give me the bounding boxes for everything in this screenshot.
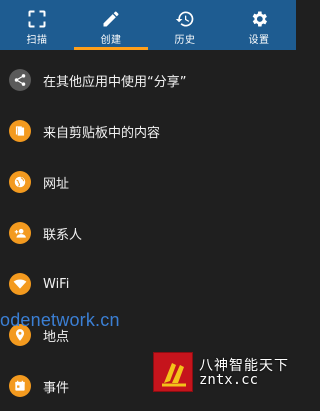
- list-item-url[interactable]: 网址: [0, 157, 296, 207]
- tab-settings-label: 设置: [248, 35, 270, 46]
- list-item-label: 网址: [43, 176, 70, 192]
- list-item-clipboard[interactable]: 来自剪贴板中的内容: [0, 106, 296, 156]
- tab-create-label: 创建: [100, 35, 122, 46]
- list-item-share[interactable]: 在其他应用中使用“分享”: [0, 55, 296, 105]
- list-item-label: 在其他应用中使用“分享”: [43, 74, 187, 90]
- top-tab-bar: 扫描 创建 历史 设置: [0, 0, 296, 50]
- list-item-label: 事件: [43, 380, 70, 396]
- list-item-wifi[interactable]: WiFi: [0, 259, 296, 309]
- list-item-label: WiFi: [43, 276, 70, 292]
- list-item-label: 来自剪贴板中的内容: [43, 125, 161, 141]
- tab-history[interactable]: 历史: [148, 0, 222, 50]
- wifi-icon: [9, 273, 31, 295]
- history-icon: [175, 11, 194, 27]
- list-item-label: 联系人: [43, 227, 83, 243]
- gear-icon: [252, 11, 267, 27]
- scan-icon: [28, 10, 46, 28]
- tab-settings[interactable]: 设置: [222, 0, 296, 50]
- watermark-logo: 八神智能天下 zntx.cc: [153, 352, 296, 392]
- active-tab-indicator: [74, 47, 148, 50]
- clipboard-icon: [9, 120, 31, 142]
- watermark-logo-line2: zntx.cc: [199, 372, 259, 388]
- watermark-site: odenetwork.cn: [0, 310, 120, 330]
- pencil-icon: [103, 11, 119, 27]
- tab-create[interactable]: 创建: [74, 0, 148, 50]
- share-icon: [9, 69, 31, 91]
- globe-icon: [9, 171, 31, 193]
- calendar-icon: [9, 375, 31, 397]
- watermark-logo-emblem: [153, 352, 193, 392]
- tab-scan[interactable]: 扫描: [0, 0, 74, 50]
- contact-icon: [9, 222, 31, 244]
- tab-scan-label: 扫描: [26, 35, 48, 46]
- list-item-contact[interactable]: 联系人: [0, 208, 296, 258]
- tab-history-label: 历史: [174, 35, 196, 46]
